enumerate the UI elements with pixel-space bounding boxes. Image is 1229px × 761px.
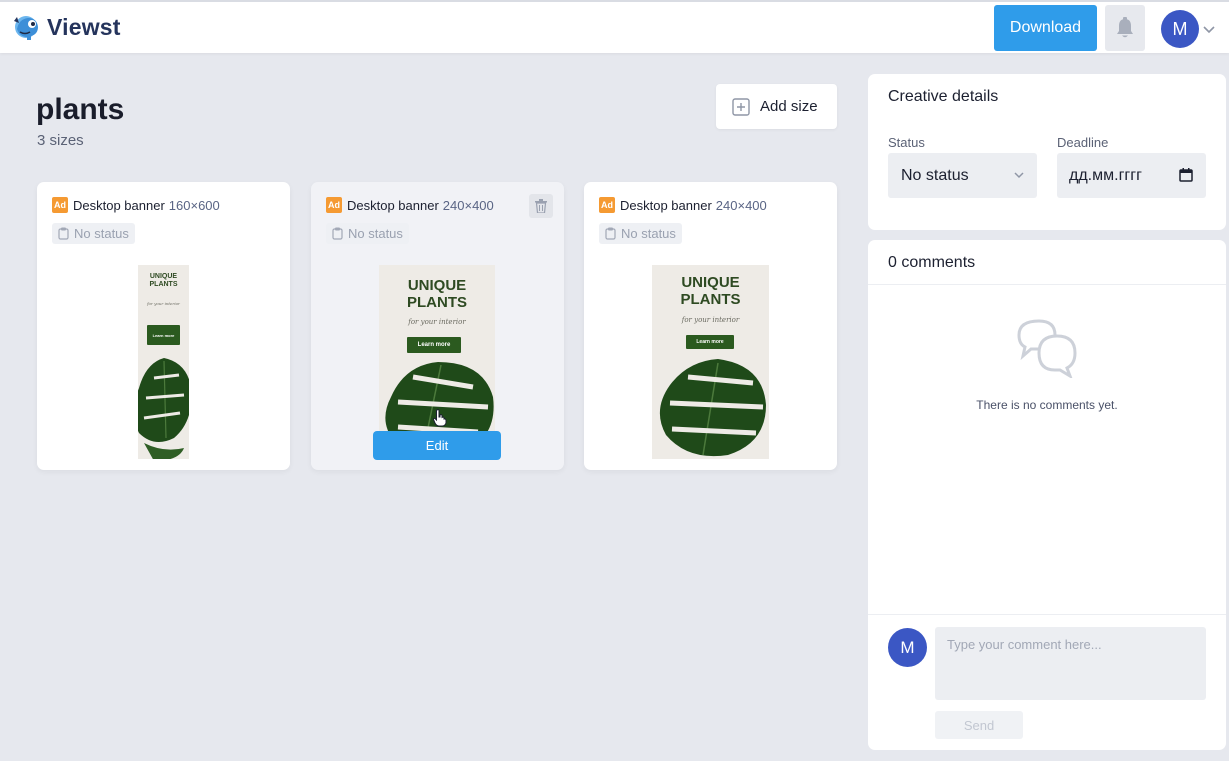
banner-preview[interactable]: UNIQUE PLANTS for your interior Learn mo…	[379, 265, 495, 459]
creative-card[interactable]: Ad Desktop banner 160×600 No status UNIQ…	[37, 182, 290, 470]
card-type: Desktop banner	[73, 197, 165, 213]
banner-preview[interactable]: UNIQUE PLANTS for your interior Learn mo…	[652, 265, 769, 459]
comments-title: 0 comments	[888, 254, 976, 271]
monstera-leaf-icon	[138, 358, 189, 459]
banner-title-line2: PLANTS	[407, 293, 467, 311]
deadline-label: Deadline	[1057, 135, 1109, 150]
banner-cta: Learn more	[407, 337, 461, 353]
monstera-leaf-icon	[659, 359, 766, 457]
user-avatar[interactable]: M	[1161, 10, 1199, 48]
card-size: 240×400	[442, 197, 494, 213]
add-size-button[interactable]: Add size	[716, 84, 837, 129]
banner-cta: Learn more	[147, 325, 180, 345]
comments-panel: 0 comments There is no comments yet. M S…	[868, 240, 1226, 750]
comment-avatar: M	[888, 628, 927, 667]
sizes-count: 3 sizes	[37, 132, 84, 149]
status-select-value: No status	[901, 166, 969, 184]
ad-badge: Ad	[52, 197, 68, 213]
banner-subtitle: for your interior	[681, 316, 740, 324]
chevron-down-icon	[1014, 172, 1024, 179]
banner-title-line1: UNIQUE	[149, 273, 178, 280]
hand-cursor-icon	[433, 409, 447, 427]
empty-comments-text: There is no comments yet.	[976, 398, 1118, 412]
status-text: No status	[621, 226, 676, 241]
card-type: Desktop banner	[620, 197, 712, 213]
card-header: Ad Desktop banner 240×400	[326, 197, 494, 213]
creative-card[interactable]: Ad Desktop banner 240×400 No status UNIQ…	[584, 182, 837, 470]
banner-title: UNIQUE PLANTS	[379, 277, 495, 311]
clipboard-icon	[605, 227, 616, 240]
creative-details-panel: Creative details Status Deadline No stat…	[868, 74, 1226, 230]
banner-title-line1: UNIQUE	[407, 277, 467, 294]
calendar-icon[interactable]	[1178, 167, 1194, 183]
card-type: Desktop banner	[347, 197, 439, 213]
divider	[868, 614, 1226, 615]
status-text: No status	[74, 226, 129, 241]
status-badge[interactable]: No status	[326, 223, 409, 244]
banner-cta: Learn more	[686, 335, 734, 349]
add-size-label: Add size	[760, 98, 818, 115]
logo-text: Viewst	[47, 13, 121, 40]
banner-subtitle: for your interior	[408, 318, 466, 326]
card-header: Ad Desktop banner 240×400	[599, 197, 767, 213]
status-badge[interactable]: No status	[599, 223, 682, 244]
banner-title: UNIQUE PLANTS	[138, 273, 189, 288]
clipboard-icon	[332, 227, 343, 240]
chameleon-logo-icon	[14, 16, 38, 40]
card-size: 160×600	[168, 197, 220, 213]
banner-title-line1: UNIQUE	[681, 274, 740, 291]
banner-title-line2: PLANTS	[149, 280, 178, 288]
delete-button[interactable]	[529, 194, 553, 218]
comment-input[interactable]	[935, 627, 1206, 700]
banner-title: UNIQUE PLANTS	[652, 274, 769, 308]
bell-icon	[1117, 17, 1133, 38]
chevron-down-icon[interactable]	[1202, 22, 1216, 36]
status-label: Status	[888, 135, 925, 150]
banner-title-line2: PLANTS	[680, 290, 741, 308]
creative-card[interactable]: Ad Desktop banner 240×400 No status UNIQ…	[311, 182, 564, 470]
logo[interactable]: Viewst	[11, 11, 121, 43]
status-text: No status	[348, 226, 403, 241]
send-button[interactable]: Send	[935, 711, 1023, 739]
deadline-date-input[interactable]: дд.мм.гггг	[1057, 153, 1206, 198]
download-button[interactable]: Download	[994, 5, 1097, 51]
card-header: Ad Desktop banner 160×600	[52, 197, 220, 213]
details-title: Creative details	[888, 88, 999, 105]
status-badge[interactable]: No status	[52, 223, 135, 244]
trash-icon	[535, 199, 547, 213]
banner-preview[interactable]: UNIQUE PLANTS for your interior Learn mo…	[138, 265, 189, 459]
card-size: 240×400	[715, 197, 767, 213]
plus-square-icon	[732, 97, 750, 116]
page-title: plants	[36, 93, 125, 126]
notifications-button[interactable]	[1105, 5, 1145, 51]
date-placeholder: дд.мм.гггг	[1069, 166, 1142, 184]
top-bar: Viewst Download M	[0, 0, 1229, 53]
chat-bubbles-icon	[1017, 319, 1077, 378]
ad-badge: Ad	[599, 197, 615, 213]
ad-badge: Ad	[326, 197, 342, 213]
banner-subtitle: for your interior	[147, 301, 180, 306]
edit-button[interactable]: Edit	[373, 431, 501, 460]
status-select[interactable]: No status	[888, 153, 1037, 198]
clipboard-icon	[58, 227, 69, 240]
divider	[868, 284, 1226, 285]
